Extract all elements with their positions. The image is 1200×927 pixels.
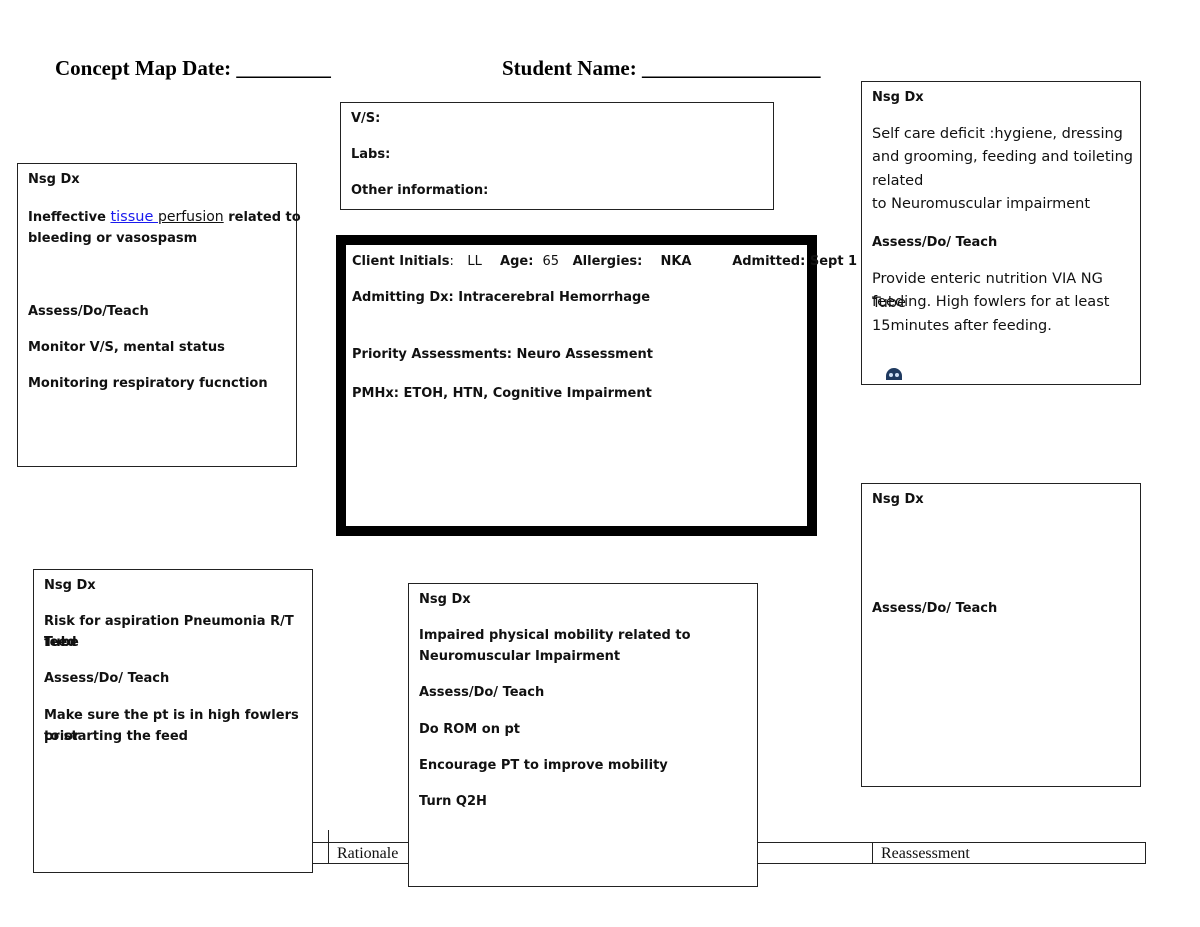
assess-do-teach-heading: Assess/Do/ Teach [872, 235, 998, 250]
avatar-icon[interactable] [886, 368, 902, 380]
priority-assessments[interactable]: Priority Assessments: Neuro Assessment [352, 347, 653, 362]
nsg-dx-heading: Nsg Dx [28, 172, 80, 187]
rationale-header: Rationale [337, 845, 399, 862]
table-line [328, 830, 329, 842]
nsg-dx-heading: Nsg Dx [44, 578, 96, 593]
vitals-box: V/S: Labs: Other information: [340, 102, 774, 210]
nsg-dx-diagnosis[interactable]: Ineffective tissue perfusion related to [28, 206, 301, 230]
nsg-dx-heading: Nsg Dx [419, 592, 471, 607]
nsg-dx-diagnosis-line[interactable]: Risk for aspiration Pneumonia R/T Tube [44, 611, 312, 653]
intervention-item[interactable]: to starting the feed [44, 726, 188, 747]
intervention-item[interactable]: Do ROM on pt [419, 719, 520, 740]
nsg-dx-diagnosis-line[interactable]: and grooming, feeding and toileting [872, 146, 1133, 170]
nsg-dx-diagnosis-line[interactable]: to Neuromuscular impairment [872, 193, 1090, 217]
nsg-dx-heading: Nsg Dx [872, 90, 924, 105]
intervention-item[interactable]: Monitor V/S, mental status [28, 337, 225, 358]
other-information-label[interactable]: Other information: [351, 180, 488, 201]
reassessment-header: Reassessment [881, 845, 970, 862]
nsg-dx-diagnosis-line[interactable]: related [872, 170, 923, 194]
intervention-item[interactable]: Monitoring respiratory fucnction [28, 373, 268, 394]
allergies-label: Allergies: [572, 254, 643, 269]
nsg-dx-box-4: Nsg Dx Risk for aspiration Pneumonia R/T… [33, 569, 313, 873]
student-name-label: Student Name: _________________ [502, 56, 821, 80]
intervention-item[interactable]: Turn Q2H [419, 791, 487, 812]
assess-do-teach-heading: Assess/Do/ Teach [419, 685, 545, 700]
nsg-dx-diagnosis-line[interactable]: Neuromuscular Impairment [419, 646, 620, 667]
table-cell-divider [872, 843, 873, 863]
labs-label[interactable]: Labs: [351, 144, 390, 165]
client-header-line: Client Initials: LL Age: 65 Allergies: N… [352, 254, 858, 269]
intervention-item[interactable]: 15minutes after feeding. [872, 315, 1052, 339]
client-initials-label: Client Initials [352, 254, 450, 269]
nsg-dx-diagnosis-line[interactable]: Impaired physical mobility related to [419, 625, 691, 646]
assess-do-teach-heading: Assess/Do/Teach [28, 304, 149, 319]
assess-do-teach-heading: Assess/Do/ Teach [872, 601, 998, 616]
nsg-dx-diagnosis-line2[interactable]: bleeding or vasospasm [28, 228, 197, 249]
client-info-box: Client Initials: LL Age: 65 Allergies: N… [336, 235, 857, 536]
allergies-value[interactable]: NKA [660, 254, 691, 269]
pmhx[interactable]: PMHx: ETOH, HTN, Cognitive Impairment [352, 386, 652, 401]
assess-do-teach-heading: Assess/Do/ Teach [44, 671, 170, 686]
nsg-dx-diagnosis-line[interactable]: feed [44, 632, 77, 653]
table-cell-divider [328, 843, 329, 863]
intervention-item[interactable]: feeding. High fowlers for at least [872, 291, 1109, 315]
age-label: Age: [500, 254, 534, 269]
nsg-dx-diagnosis-line[interactable]: Self care deficit :hygiene, dressing [872, 123, 1123, 147]
vs-label[interactable]: V/S: [351, 108, 380, 129]
intervention-item[interactable]: Encourage PT to improve mobility [419, 755, 668, 776]
nsg-dx-box-3: Nsg Dx Assess/Do/ Teach [861, 483, 1141, 787]
nsg-dx-box-2: Nsg Dx Self care deficit :hygiene, dress… [861, 81, 1141, 385]
nsg-dx-box-1: Nsg Dx Ineffective tissue perfusion rela… [17, 163, 301, 467]
admitting-dx[interactable]: Admitting Dx: Intracerebral Hemorrhage [352, 290, 650, 305]
client-initials-value[interactable]: LL [467, 254, 482, 269]
admitted-date[interactable]: Admitted: Sept 1 [732, 254, 857, 269]
nsg-dx-heading: Nsg Dx [872, 492, 924, 507]
age-value[interactable]: 65 [542, 254, 559, 269]
concept-map-date-label: Concept Map Date: _________ [55, 56, 331, 80]
nsg-dx-box-5: Nsg Dx Impaired physical mobility relate… [408, 583, 758, 887]
tissue-link[interactable]: tissue [110, 209, 158, 225]
